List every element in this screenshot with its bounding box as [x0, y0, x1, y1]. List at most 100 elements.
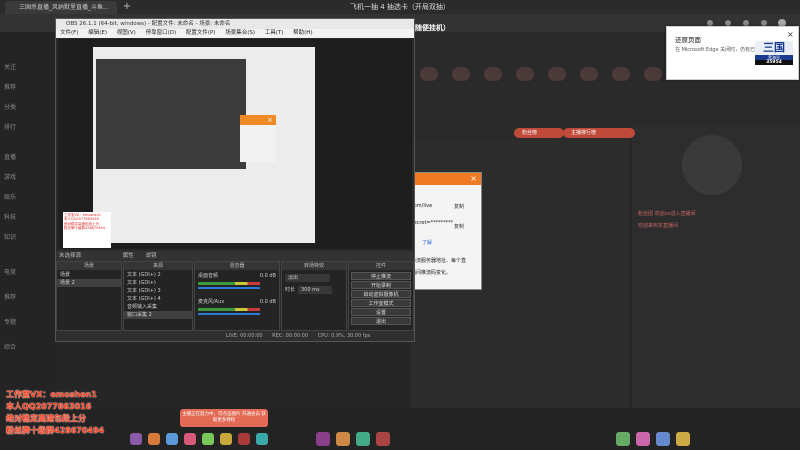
sidebar-item[interactable]: 游戏: [4, 172, 54, 182]
sidebar-item[interactable]: 分类: [4, 102, 54, 112]
sidebar-item[interactable]: 电竞: [4, 267, 54, 277]
sidebar-item[interactable]: 科技: [4, 212, 54, 222]
sidebar-item[interactable]: 综合: [4, 342, 54, 352]
sidebar-item[interactable]: 推荐: [4, 292, 54, 302]
menu-scene-collection[interactable]: 场景集合(S): [225, 30, 255, 36]
volume-slider[interactable]: [198, 287, 260, 289]
menu-edit[interactable]: 编辑(E): [88, 30, 107, 36]
dock-header: 来源: [124, 262, 192, 270]
virtual-camera-button[interactable]: 启动虚拟摄像机: [351, 290, 411, 298]
close-icon[interactable]: ×: [470, 174, 477, 183]
promo-line: 工作室VX：emoshen1: [6, 390, 97, 399]
scenes-dock: 场景 场景 场景 2: [56, 261, 122, 331]
category-icon[interactable]: [516, 67, 534, 81]
copy-key-button[interactable]: 复制: [454, 223, 464, 230]
promo-text-preview: 工作室VX：emoshen1 本人QQ2077863016 绝对稳定高速包段上分…: [63, 212, 111, 248]
promo-line: 绝对稳定高速包段上分: [6, 414, 86, 423]
sidebar-item[interactable]: 专题: [4, 317, 54, 327]
obs-source-toolbar: 未选择源 属性 滤镜: [56, 251, 414, 261]
scene-list: 场景 场景 2: [57, 271, 121, 287]
stream-title: 飞机一抽 4 抽选卡（开局双抽）: [350, 3, 450, 11]
source-item[interactable]: 文本 (GDI+): [124, 279, 192, 287]
learn-more-link[interactable]: 了解: [422, 239, 432, 246]
browser-tab[interactable]: 三国杀直播_风纳默里直播_斗鱼...: [5, 1, 117, 14]
settings-button[interactable]: 设置: [351, 308, 411, 316]
obs-preview[interactable]: [58, 39, 412, 249]
menu-docks[interactable]: 停靠窗口(D): [146, 30, 177, 36]
new-tab-button[interactable]: +: [121, 0, 133, 14]
menu-view[interactable]: 视图(V): [117, 30, 136, 36]
exit-button[interactable]: 退出: [351, 317, 411, 325]
scene-item[interactable]: 场景 2: [57, 279, 121, 287]
menu-tools[interactable]: 工具(T): [265, 30, 284, 36]
source-list: 文本 (GDI+) 2 文本 (GDI+) 文本 (GDI+) 3 文本 (GD…: [124, 271, 192, 319]
dialog-header: ×: [408, 173, 481, 185]
mascot-image: [682, 135, 742, 195]
source-item[interactable]: 文本 (GDI+) 3: [124, 287, 192, 295]
counter-number: 35954: [755, 60, 793, 65]
close-icon[interactable]: ×: [787, 30, 794, 39]
category-icon[interactable]: [420, 67, 438, 81]
gift-icons[interactable]: [316, 430, 796, 448]
promo-line: 粉丝牌十级群428670494: [6, 426, 105, 435]
dialog-header: ×: [240, 115, 276, 125]
close-icon[interactable]: ×: [267, 116, 273, 124]
menu-help[interactable]: 帮助(H): [293, 30, 312, 36]
properties-tab[interactable]: 属性: [123, 253, 134, 259]
obs-status-bar: LIVE: 00:00:00 REC: 00:00:00 CPU: 0.9%, …: [56, 331, 414, 341]
source-item[interactable]: 文本 (GDI+) 4: [124, 295, 192, 303]
source-item[interactable]: 文本 (GDI+) 2: [124, 271, 192, 279]
dock-header: 转场特效: [282, 262, 346, 270]
chat-message: 欢迎来到本直播间: [638, 223, 679, 229]
start-recording-button[interactable]: 开始录制: [351, 281, 411, 289]
ranking-badge[interactable]: 主播排行榜: [563, 128, 635, 138]
site-sidebar: 关注 推荐 分类 排行 直播 游戏 娱乐 科技 知识 电竞 推荐 专题 综合: [0, 32, 56, 450]
transition-select[interactable]: 淡出: [285, 274, 330, 282]
promo-line: 粉丝牌十级群428670494: [64, 226, 106, 231]
dialog-note: 播间推流码变化。: [411, 270, 452, 276]
stop-streaming-button[interactable]: 停止推流: [351, 272, 411, 280]
sidebar-item[interactable]: 知识: [4, 232, 54, 242]
sidebar-item[interactable]: 推荐: [4, 82, 54, 92]
promo-banner[interactable]: 主播正在努力中，可点击图片 开通会员 获取更多特权: [180, 409, 268, 427]
controls-dock: 控件 停止推流 开始录制 启动虚拟摄像机 工作室模式 设置 退出: [348, 261, 414, 331]
counter-overlay: 三国 黑海号 35954: [755, 41, 793, 65]
copy-server-button[interactable]: 复制: [454, 203, 464, 210]
sidebar-item[interactable]: 娱乐: [4, 192, 54, 202]
source-item[interactable]: 窗口采集 2: [124, 311, 192, 319]
category-icon[interactable]: [548, 67, 566, 81]
scene-item[interactable]: 场景: [57, 271, 121, 279]
sidebar-item[interactable]: 直播: [4, 152, 54, 162]
duration-input[interactable]: 300 ms: [298, 286, 332, 294]
promo-line: 本人QQ2077863016: [6, 402, 92, 411]
category-icon[interactable]: [644, 67, 662, 81]
sidebar-item[interactable]: 关注: [4, 62, 54, 72]
stream-key-dialog: × com/live 复制 secret=********* 复制 了解 推流服…: [407, 172, 482, 290]
category-icon[interactable]: [484, 67, 502, 81]
obs-menu-bar: 文件(F) 编辑(E) 视图(V) 停靠窗口(D) 配置文件(P) 场景集合(S…: [56, 29, 414, 38]
menu-profile[interactable]: 配置文件(P): [186, 30, 216, 36]
preview-capture-obs: [96, 59, 246, 169]
rec-time: REC: 00:00:00: [272, 333, 309, 339]
chat-message: 粉丝团 欢迎xx进入直播间: [638, 211, 696, 217]
filters-tab[interactable]: 滤镜: [146, 253, 157, 259]
gift-strip[interactable]: [126, 431, 326, 447]
studio-mode-button[interactable]: 工作室模式: [351, 299, 411, 307]
dock-header: 混音器: [195, 262, 279, 270]
restore-pages-notification[interactable]: 还原页面 在 Microsoft Edge 关闭时，仍有已打开的页面 × 三国 …: [666, 26, 799, 80]
fan-badge[interactable]: 粉丝榜: [514, 128, 564, 138]
category-icon[interactable]: [580, 67, 598, 81]
volume-slider[interactable]: [198, 313, 260, 315]
menu-file[interactable]: 文件(F): [60, 30, 78, 36]
transitions-dock: 转场特效 淡出 时长 300 ms: [281, 261, 347, 331]
sidebar-item[interactable]: 排行: [4, 122, 54, 132]
category-icon[interactable]: [452, 67, 470, 81]
category-icon[interactable]: [612, 67, 630, 81]
obs-title-bar: OBS 26.1.1 (64-bit, windows) - 配置文件: 未命名…: [56, 19, 414, 29]
mixer-dock: 混音器 桌面音频 0.0 dB 麦克风/Aux 0.0 dB: [194, 261, 280, 331]
mixer-channel-name: 桌面音频 0.0 dB: [198, 273, 276, 279]
no-source-label: 未选择源: [59, 253, 82, 259]
dock-header: 控件: [349, 262, 413, 270]
source-item[interactable]: 音频输入采集: [124, 303, 192, 311]
dialog-in-preview: ×: [240, 115, 276, 162]
